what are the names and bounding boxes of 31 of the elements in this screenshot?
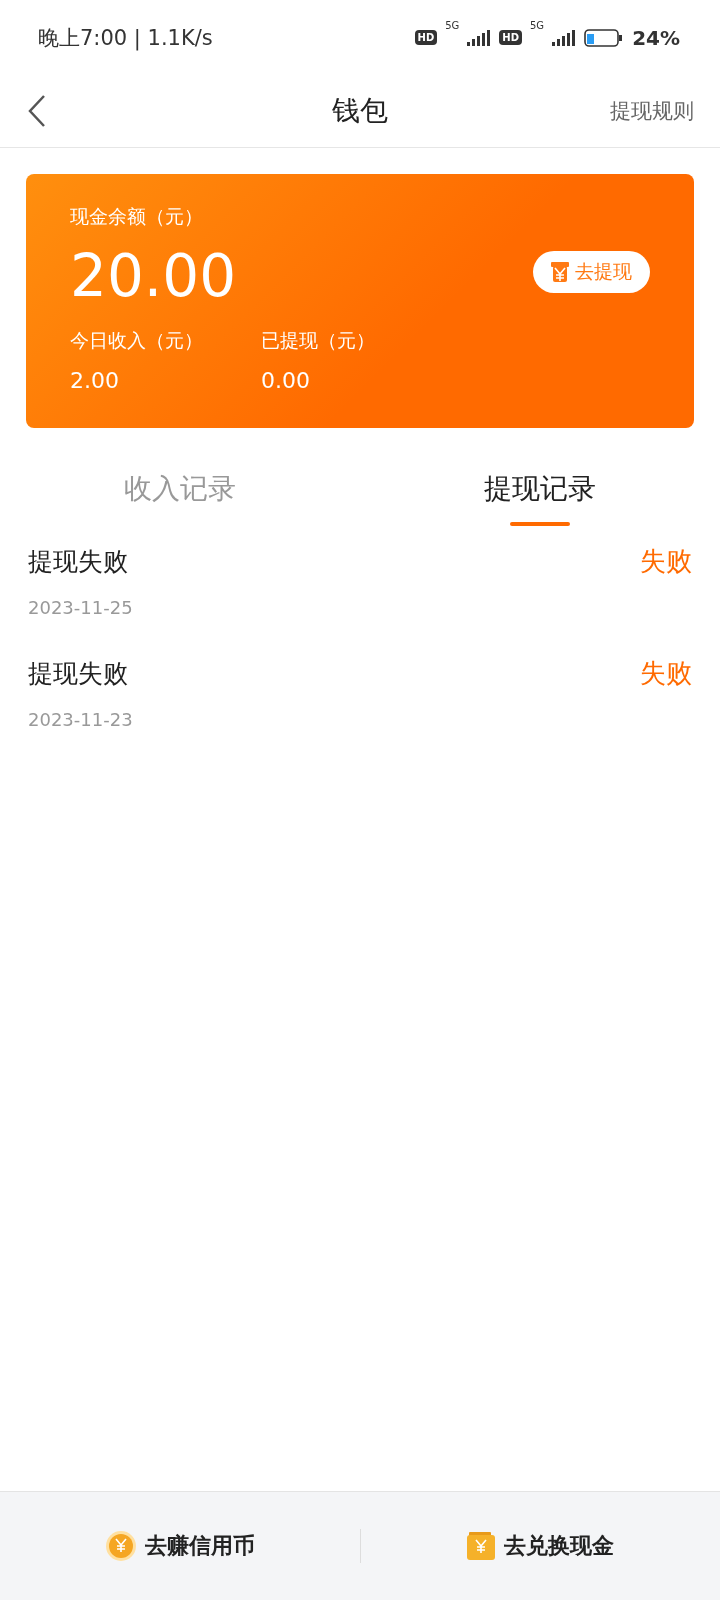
stat-value: 2.00 <box>70 368 120 393</box>
record-tab[interactable]: 提现记录 <box>360 456 720 528</box>
battery-percent: 24% <box>632 25 680 50</box>
back-icon[interactable] <box>26 94 48 128</box>
stat-label: 已提现（元） <box>261 328 375 353</box>
hd-badge: HD <box>499 30 522 45</box>
tab-indicator <box>510 522 570 526</box>
stat-value: 0.00 <box>261 368 311 393</box>
hd-badge: HD <box>414 30 438 45</box>
withdraw-rules-link[interactable]: 提现规则 <box>610 97 694 125</box>
wallet-icon <box>466 1531 497 1561</box>
stat-label: 今日收入（元） <box>70 328 203 353</box>
network-type: 5G <box>445 19 460 31</box>
signal-icon <box>467 29 492 46</box>
bottom-action-button[interactable]: 去兑换现金 <box>360 1530 720 1562</box>
signal-icon <box>552 29 577 46</box>
status-time: 晚上7:00 | 1.1K/s <box>38 24 213 52</box>
network-type: 5G <box>530 19 545 31</box>
record-date: 2023-11-23 <box>28 709 134 730</box>
record-title: 提现失败 <box>28 658 128 690</box>
battery-icon <box>584 27 625 48</box>
record-date: 2023-11-25 <box>28 597 134 618</box>
page-title: 钱包 <box>332 93 388 129</box>
coin-icon <box>104 1530 137 1562</box>
wallet-icon <box>551 262 569 282</box>
bottom-action-button[interactable]: 去赚信用币 <box>0 1529 360 1563</box>
balance-label: 现金余额（元） <box>70 204 204 229</box>
balance-amount: 20.00 <box>70 242 237 310</box>
record-status: 失败 <box>640 545 692 578</box>
record-title: 提现失败 <box>28 546 128 578</box>
record-status: 失败 <box>640 657 692 690</box>
